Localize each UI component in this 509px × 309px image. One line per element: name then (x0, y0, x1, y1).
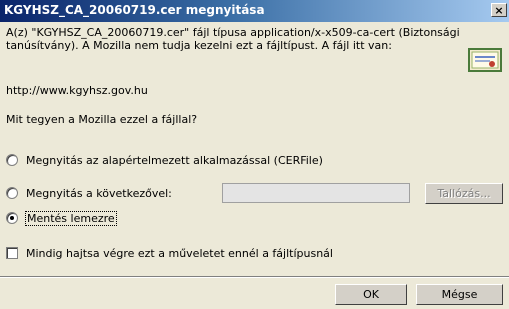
file-description: A(z) "KGYHSZ_CA_20060719.cer" fájl típus… (6, 26, 460, 52)
certificate-icon (468, 48, 502, 72)
dialog-title: KGYHSZ_CA_20060719.cer megnyitása (4, 3, 265, 17)
action-question: Mit tegyen a Mozilla ezzel a fájllal? (6, 113, 198, 126)
download-dialog: KGYHSZ_CA_20060719.cer megnyitása × A(z)… (0, 0, 509, 309)
radio-save-to-disk[interactable]: Mentés lemezre (6, 211, 166, 227)
radio-label[interactable]: Megnyitás az alapértelmezett alkalmazáss… (26, 154, 323, 167)
radio-selected-dot (10, 216, 14, 220)
radio-button[interactable] (6, 212, 18, 224)
radio-open-default[interactable]: Megnyitás az alapértelmezett alkalmazáss… (6, 153, 366, 169)
ok-button[interactable]: OK (335, 284, 407, 305)
radio-button[interactable] (6, 154, 18, 166)
radio-label[interactable]: Megnyitás a következővel: (26, 187, 172, 200)
radio-button[interactable] (6, 187, 18, 199)
browse-button: Tallózás... (425, 183, 503, 204)
remember-label[interactable]: Mindig hajtsa végre ezt a műveletet enné… (26, 247, 333, 260)
radio-label[interactable]: Mentés lemezre (25, 211, 117, 226)
remember-checkbox[interactable] (6, 247, 18, 259)
cancel-button[interactable]: Mégse (416, 284, 503, 305)
close-icon: × (494, 4, 504, 17)
source-url: http://www.kgyhsz.gov.hu (6, 84, 148, 97)
divider (0, 276, 509, 278)
close-button[interactable]: × (491, 3, 507, 17)
title-bar[interactable]: KGYHSZ_CA_20060719.cer megnyitása × (0, 0, 509, 22)
radio-open-with[interactable]: Megnyitás a következővel: (6, 186, 216, 202)
open-with-application-field (222, 183, 410, 203)
